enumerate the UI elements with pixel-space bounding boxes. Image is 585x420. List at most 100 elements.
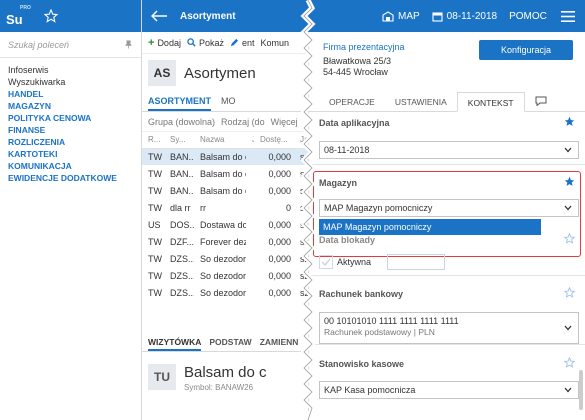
- tab-messages[interactable]: [525, 92, 557, 112]
- table-row[interactable]: TWBAN...Balsam do ciał0,000sz: [142, 182, 308, 199]
- cell-kind: TW: [148, 168, 162, 179]
- bank-account-desc: Rachunek podstawowy | PLN: [324, 327, 435, 337]
- favorites-star-icon[interactable]: [44, 9, 58, 23]
- tab-podstaw[interactable]: PODSTAW: [209, 332, 251, 351]
- star-outline-icon[interactable]: [564, 357, 575, 368]
- torn-edge-divider: [300, 0, 316, 420]
- sidebar-item-ewidencje-dodatkowe[interactable]: EWIDENCJE DODATKOWE: [0, 172, 141, 184]
- panel-scrollbar[interactable]: [579, 370, 583, 410]
- sidebar-item-magazyn[interactable]: MAGAZYN: [0, 100, 141, 112]
- chevron-down-icon: [564, 325, 572, 331]
- cell-available: 0,000: [254, 148, 294, 165]
- chevron-down-icon: [564, 387, 572, 393]
- app-date-select[interactable]: 08-11-2018: [319, 141, 579, 159]
- cell-spacer: [246, 216, 254, 233]
- sidebar-item-infoserwis[interactable]: Infoserwis: [0, 64, 141, 76]
- pencil-icon: [230, 38, 239, 47]
- star-filled-icon[interactable]: [564, 116, 575, 127]
- lock-date-input[interactable]: [387, 254, 446, 270]
- cell-spacer: [246, 182, 254, 199]
- section-badge: AS: [148, 60, 176, 86]
- edit-button[interactable]: ent: [230, 38, 254, 48]
- assortment-panel: Asortyment + Dodaj Pokaż ent Komun AS Aso…: [142, 0, 308, 420]
- tab-kontekst[interactable]: KONTEKST: [456, 92, 525, 112]
- tab-asortyment[interactable]: ASORTYMENT: [148, 92, 211, 111]
- logo-bar: Su PRO: [0, 0, 141, 32]
- configuration-button[interactable]: Konfiguracja: [479, 40, 573, 60]
- help-button[interactable]: POMOC: [509, 11, 547, 22]
- star-filled-icon[interactable]: [564, 176, 575, 187]
- cell-available: 0,000: [268, 219, 291, 230]
- table-header-row: R... Sy... Nazwa Ja Dostę... Ja: [142, 132, 308, 149]
- sidebar-item-komunikacja[interactable]: KOMUNIKACJA: [0, 160, 141, 172]
- cell-kind: TW: [148, 202, 162, 213]
- warehouse-section: Magazyn MAP Magazyn pomocniczy MAP Magaz…: [319, 176, 579, 235]
- sidebar-item-polityka-cenowa[interactable]: POLITYKA CENOWA: [0, 112, 141, 124]
- kind-filter[interactable]: Rodzaj (do: [221, 117, 265, 127]
- star-outline-icon[interactable]: [564, 233, 575, 244]
- sidebar-item-handel[interactable]: HANDEL: [0, 88, 141, 100]
- tab-zamienn[interactable]: ZAMIENN: [260, 332, 299, 351]
- cell-name: Balsam do ciał: [200, 185, 246, 196]
- sidebar: Su PRO Szukaj poleceń Infoserwis Wyszukiw…: [0, 0, 142, 420]
- cell-symbol: BAN...: [170, 185, 194, 196]
- table-row[interactable]: TWDZS...So dezodoran0,000sz: [142, 284, 308, 301]
- back-arrow-icon[interactable]: [150, 10, 168, 22]
- pin-icon[interactable]: [124, 40, 133, 49]
- tab-ustawienia[interactable]: USTAWIENIA: [385, 92, 457, 112]
- command-search[interactable]: Szukaj poleceń: [0, 32, 141, 58]
- sidebar-item-wyszukiwarka[interactable]: Wyszukiwarka: [0, 76, 141, 88]
- col-name[interactable]: Nazwa: [194, 132, 246, 149]
- tab-mo[interactable]: MO: [221, 92, 236, 111]
- table-row[interactable]: TWDZF...Forever dezod0,000sz: [142, 233, 308, 250]
- add-button[interactable]: + Dodaj: [148, 37, 181, 49]
- hamburger-menu-icon[interactable]: [560, 10, 575, 22]
- tab-operacje[interactable]: OPERACJE: [319, 92, 385, 112]
- chat-bubble-icon: [535, 96, 547, 107]
- bank-account-select[interactable]: 00 10101010 1111 1111 1111 1111 Rachunek…: [319, 312, 579, 344]
- table-row[interactable]: TWBAN...Balsam do ciał0,000sz: [142, 148, 308, 165]
- col-kind[interactable]: R...: [142, 132, 164, 149]
- chevron-down-icon: [564, 205, 572, 211]
- sidebar-item-finanse[interactable]: FINANSE: [0, 124, 141, 136]
- tab-wizytowka[interactable]: WIZYTÓWKA: [148, 332, 202, 351]
- cell-symbol: DZS...: [170, 287, 194, 298]
- table-row[interactable]: USDOS...Dostawa do kl0,000sz: [142, 216, 308, 233]
- address-line-2: 54-445 Wrocław: [323, 67, 388, 77]
- cash-station-select[interactable]: KAP Kasa pomocnicza: [319, 381, 579, 399]
- cell-kind: TW: [148, 253, 162, 264]
- col-unit-a[interactable]: Ja: [246, 132, 254, 149]
- warehouse-value: MAP Magazyn pomocniczy: [324, 203, 433, 213]
- table-row[interactable]: TWDZS...So dezodoran0,000sz: [142, 250, 308, 267]
- table-row[interactable]: TWDZS...So dezodoran0,000sz: [142, 267, 308, 284]
- active-checkbox[interactable]: [319, 255, 333, 269]
- show-button[interactable]: Pokaż: [187, 38, 224, 48]
- plus-icon: +: [148, 36, 155, 49]
- warehouse-indicator[interactable]: MAP: [382, 11, 420, 22]
- warehouse-option[interactable]: MAP Magazyn pomocniczy: [319, 219, 541, 235]
- star-outline-icon[interactable]: [564, 287, 575, 298]
- search-input[interactable]: Szukaj poleceń: [8, 40, 124, 50]
- app-date-value: 08-11-2018: [324, 145, 370, 155]
- lock-date-title: Data blokady: [319, 235, 376, 245]
- item-detail: TU Balsam do c Symbol: BANAW26: [148, 364, 267, 392]
- app-date-title: Data aplikacyjna: [319, 118, 390, 128]
- communication-button[interactable]: Komun: [260, 38, 289, 48]
- bank-account-section: Rachunek bankowy 00 10101010 1111 1111 1…: [319, 287, 579, 344]
- sidebar-item-kartoteki[interactable]: KARTOTEKI: [0, 148, 141, 160]
- date-indicator[interactable]: 08-11-2018: [432, 11, 497, 22]
- app-logo[interactable]: Su PRO: [6, 5, 31, 27]
- sidebar-item-rozliczenia[interactable]: ROZLICZENIA: [0, 136, 141, 148]
- cell-symbol: DZF...: [170, 236, 194, 247]
- company-info: Firma prezentacyjna Bławatkowa 25/3 54-4…: [309, 32, 585, 88]
- warehouse-title: Magazyn: [319, 178, 358, 188]
- col-available[interactable]: Dostę...: [254, 132, 294, 149]
- more-filter[interactable]: Więcej: [271, 117, 298, 127]
- table-row[interactable]: TWBAN...Balsam do ciał0,000sz: [142, 165, 308, 182]
- table-row[interactable]: TW dla rr rr 0 sz: [142, 199, 308, 216]
- warehouse-select[interactable]: MAP Magazyn pomocniczy: [319, 199, 579, 217]
- col-symbol[interactable]: Sy...: [164, 132, 194, 149]
- item-badge: TU: [148, 364, 176, 390]
- cell-kind: TW: [148, 185, 162, 196]
- group-filter[interactable]: Grupa (dowolna): [148, 117, 215, 127]
